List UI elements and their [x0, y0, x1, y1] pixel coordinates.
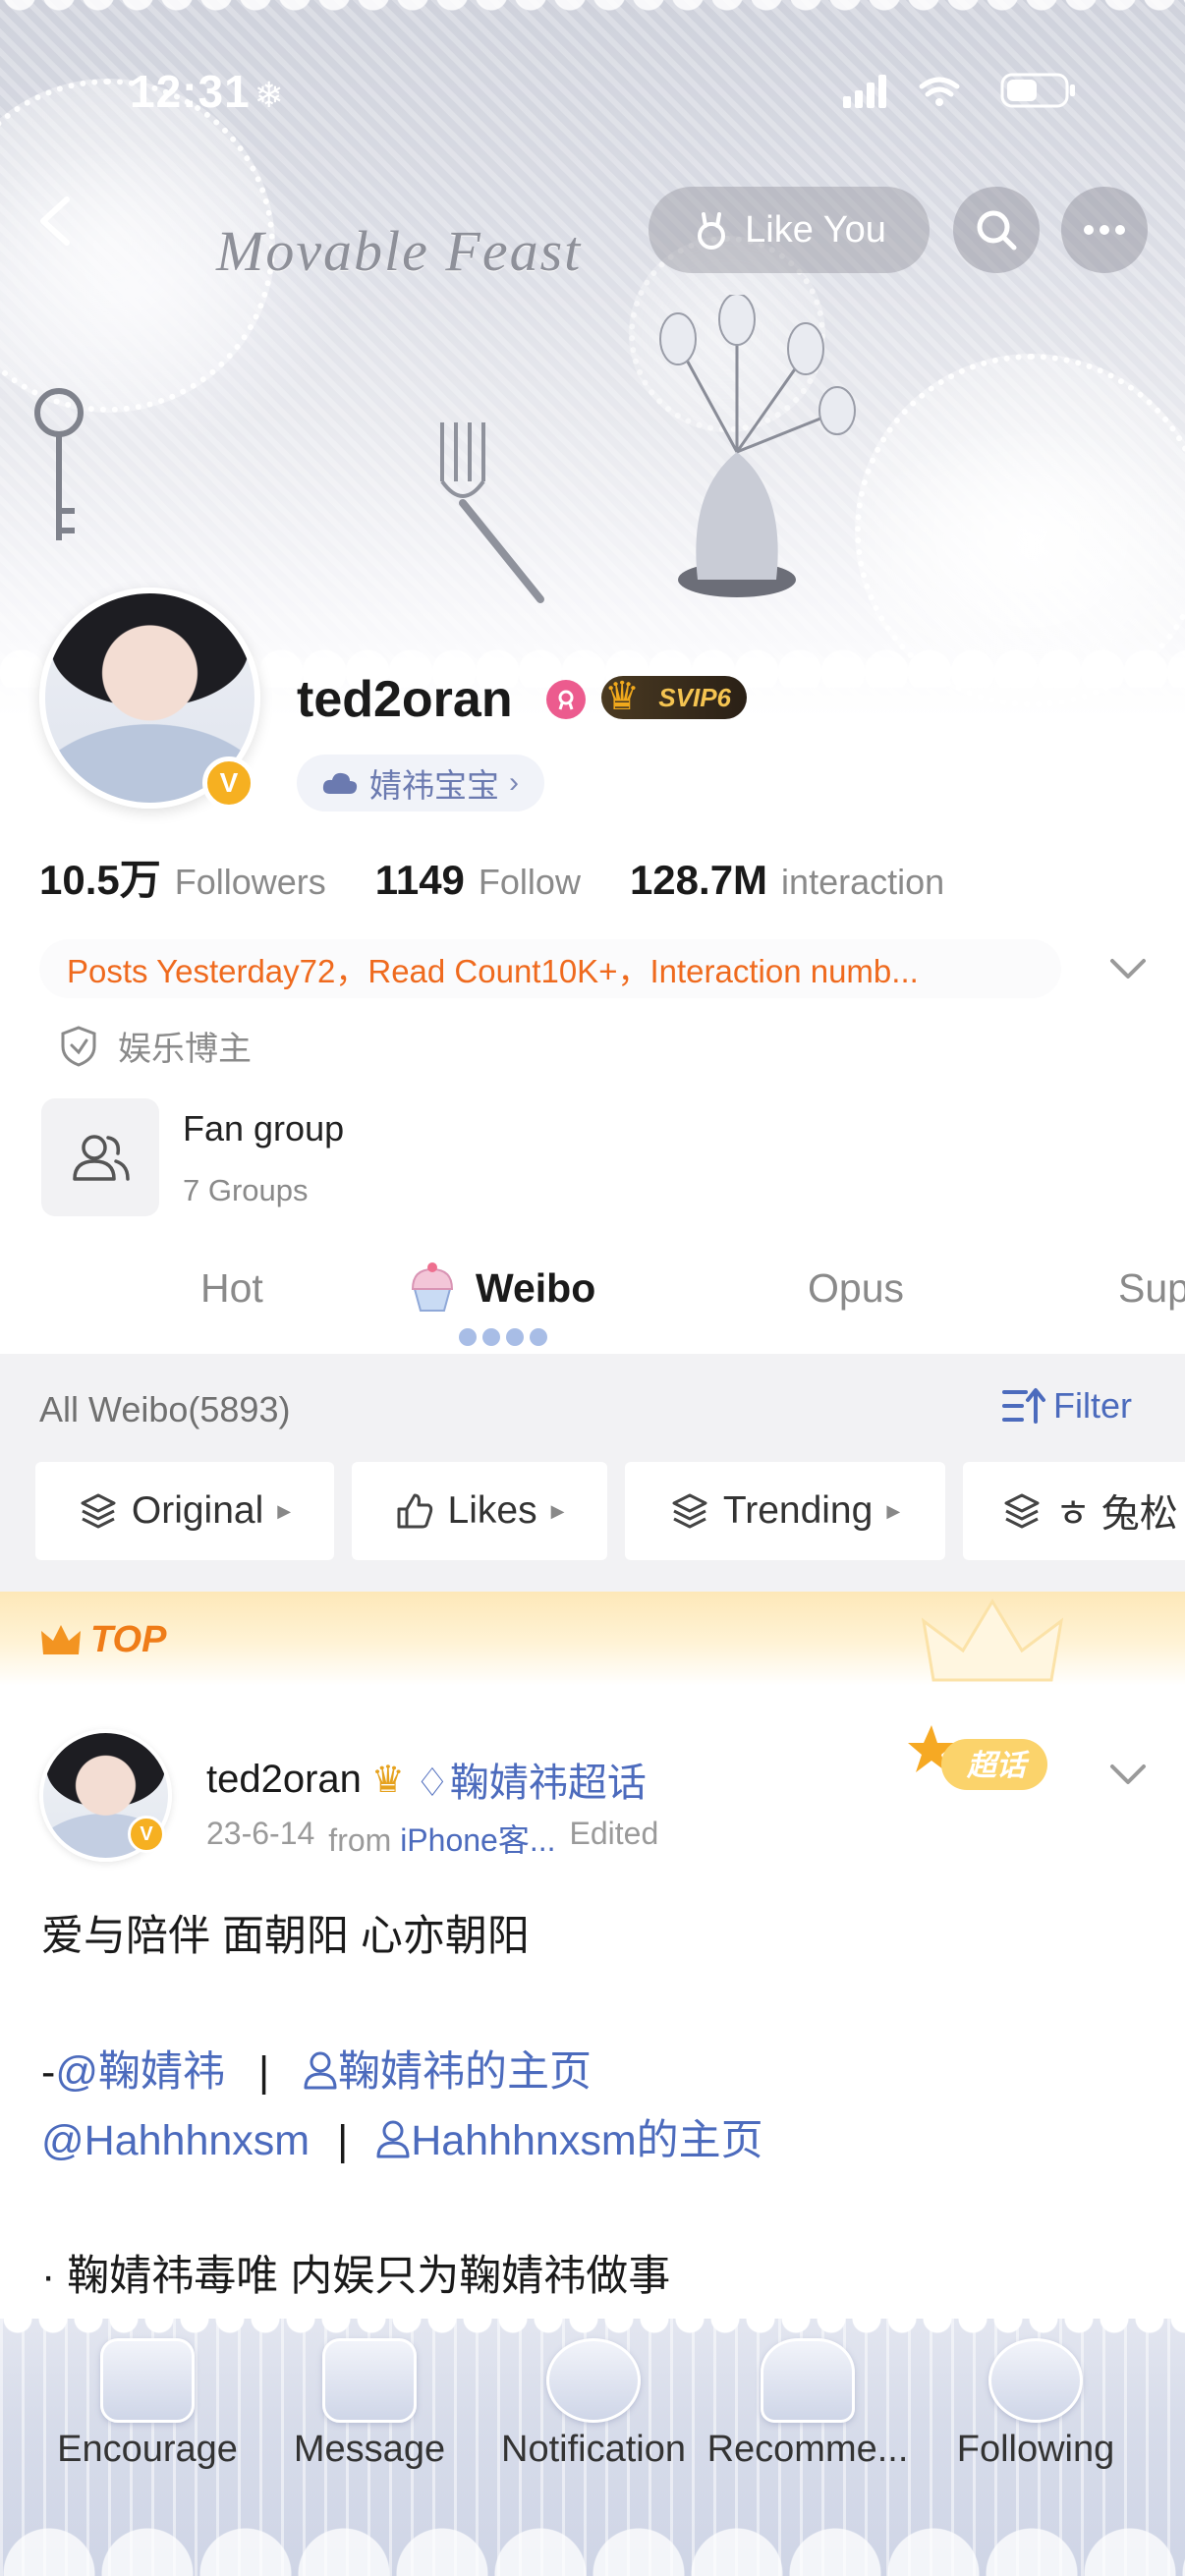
search-button[interactable]	[953, 187, 1040, 273]
cloud-icon	[322, 772, 358, 794]
post-text-line: @Hahhhnxsm | Hahhhnxsm的主页	[41, 2117, 763, 2164]
bottom-clouds	[0, 2486, 1185, 2576]
crown-decoration	[921, 1598, 1064, 1682]
post-author[interactable]: ted2oran	[206, 1758, 362, 1802]
pinned-label: TOP	[39, 1619, 166, 1661]
chevron-down-icon[interactable]	[1106, 1757, 1150, 1792]
nav-message[interactable]: Message	[261, 2338, 478, 2471]
filter-icon	[1002, 1388, 1045, 1424]
interaction-stat[interactable]: 128.7M interaction	[630, 857, 944, 904]
profile-stats: 10.5万 Followers 1149 Follow 128.7M inter…	[39, 847, 944, 907]
profile-link[interactable]: 鞠婧祎的主页	[303, 2048, 592, 2096]
post-verified-badge: V	[128, 1816, 165, 1853]
crown-icon: ♛	[370, 1759, 405, 1801]
filter-button[interactable]: Filter	[1002, 1385, 1132, 1427]
followers-stat[interactable]: 10.5万 Followers	[39, 847, 326, 907]
status-icons	[843, 73, 1075, 108]
signal-icon	[843, 75, 886, 108]
fan-group-title[interactable]: Fan group	[183, 1108, 344, 1149]
person-icon	[304, 2051, 337, 2090]
post-text-line: 爱与陪伴 面朝阳 心亦朝阳	[41, 1913, 530, 1960]
activity-notice[interactable]: Posts Yesterday72，Read Count10K+，Interac…	[39, 939, 1061, 998]
chip-original[interactable]: Original ▶	[35, 1462, 334, 1560]
pink-badge-icon[interactable]	[546, 680, 586, 719]
thumbs-up-icon	[397, 1493, 432, 1529]
bunny-icon	[698, 212, 726, 250]
mention-link[interactable]: @鞠婧祎	[55, 2048, 225, 2096]
group-icon	[73, 1135, 130, 1181]
post-text-line: -@鞠婧祎 | 鞠婧祎的主页	[41, 2048, 592, 2096]
crown-icon: ♛	[604, 675, 640, 718]
nav-notification[interactable]: Notification	[485, 2338, 702, 2471]
username: ted2oran	[297, 671, 513, 728]
post-topic-link[interactable]: ♢鞠婧祎超话	[415, 1751, 647, 1808]
fan-group-subtitle: 7 Groups	[183, 1173, 309, 1207]
envelope-icon	[322, 2338, 417, 2423]
certification: 娱乐博主	[59, 1022, 252, 1070]
post-date: 23-6-14	[206, 1816, 315, 1851]
post-from: from iPhone客...	[328, 1822, 556, 1858]
tab-opus[interactable]: Opus	[808, 1265, 904, 1312]
search-icon	[977, 210, 1017, 251]
post-edited[interactable]: Edited	[570, 1816, 659, 1861]
nav-following[interactable]: Following	[928, 2338, 1144, 2471]
super-topic-badge[interactable]: 超话	[904, 1721, 1061, 1800]
mention-link[interactable]: @Hahhhnxsm	[41, 2117, 310, 2164]
cupcake-icon	[761, 2338, 855, 2423]
follow-stat[interactable]: 1149 Follow	[375, 857, 581, 904]
fan-tag-label: 婧祎宝宝	[369, 767, 499, 804]
more-button[interactable]	[1061, 187, 1148, 273]
post-header: ted2oran ♛ ♢鞠婧祎超话	[206, 1751, 647, 1808]
post-meta: 23-6-14 from iPhone客... Edited	[206, 1816, 658, 1861]
nav-encourage[interactable]: Encourage	[39, 2338, 255, 2471]
more-icon	[1084, 225, 1125, 235]
like-you-label: Like You	[745, 208, 886, 251]
shield-icon	[61, 1025, 96, 1067]
banner-art-title: Movable Feast	[216, 219, 583, 283]
certification-label: 娱乐博主	[118, 1031, 252, 1068]
banner-lace-top	[0, 0, 1185, 39]
crown-icon	[41, 1624, 81, 1654]
tab-super[interactable]: Sup	[1118, 1265, 1185, 1312]
teapot-icon	[546, 2338, 641, 2423]
gift-icon	[100, 2338, 195, 2423]
svg-text:超话: 超话	[966, 1749, 1030, 1783]
triangle-right-icon: ▶	[886, 1500, 901, 1521]
chevron-right-icon: ›	[509, 766, 519, 799]
flower-vase-illustration	[659, 295, 856, 597]
tab-active-indicator	[459, 1328, 547, 1346]
nav-recommend[interactable]: Recomme...	[700, 2338, 916, 2471]
triangle-right-icon: ▶	[277, 1500, 292, 1521]
layers-icon	[672, 1493, 707, 1529]
person-icon	[376, 2120, 410, 2158]
profile-link[interactable]: Hahhhnxsm的主页	[375, 2117, 763, 2164]
tab-weibo[interactable]: Weibo	[476, 1265, 595, 1312]
wifi-icon	[919, 77, 960, 97]
key-illustration	[34, 388, 84, 540]
svip-badge[interactable]: ♛ SVIP6	[601, 675, 747, 719]
chip-trending[interactable]: Trending ▶	[625, 1462, 945, 1560]
chip-likes[interactable]: Likes ▶	[352, 1462, 607, 1560]
like-you-button[interactable]: Like You	[649, 187, 930, 273]
layers-icon	[81, 1493, 116, 1529]
tab-hot[interactable]: Hot	[200, 1265, 263, 1312]
layers-icon	[1004, 1493, 1040, 1529]
fork-illustration	[440, 422, 544, 603]
all-weibo-count: All Weibo(5893)	[39, 1389, 291, 1429]
cupcake-icon	[411, 1262, 454, 1312]
diamond-icon: ♢	[415, 1762, 450, 1805]
fan-group-button[interactable]	[41, 1098, 159, 1216]
verified-badge: V	[202, 756, 255, 810]
chip-tusong[interactable]: ㅎ 兔松	[963, 1462, 1185, 1560]
chevron-down-icon[interactable]	[1106, 951, 1150, 986]
triangle-right-icon: ▶	[550, 1500, 565, 1521]
bears-icon	[988, 2338, 1083, 2423]
status-time: 12:31 ❄	[130, 66, 285, 117]
filter-label: Filter	[1053, 1385, 1132, 1426]
post-text-line: · 鞠婧祎毒唯 内娱只为鞠婧祎做事	[41, 2253, 671, 2300]
back-icon[interactable]	[28, 192, 86, 251]
fan-tag[interactable]: 婧祎宝宝 ›	[297, 755, 544, 812]
